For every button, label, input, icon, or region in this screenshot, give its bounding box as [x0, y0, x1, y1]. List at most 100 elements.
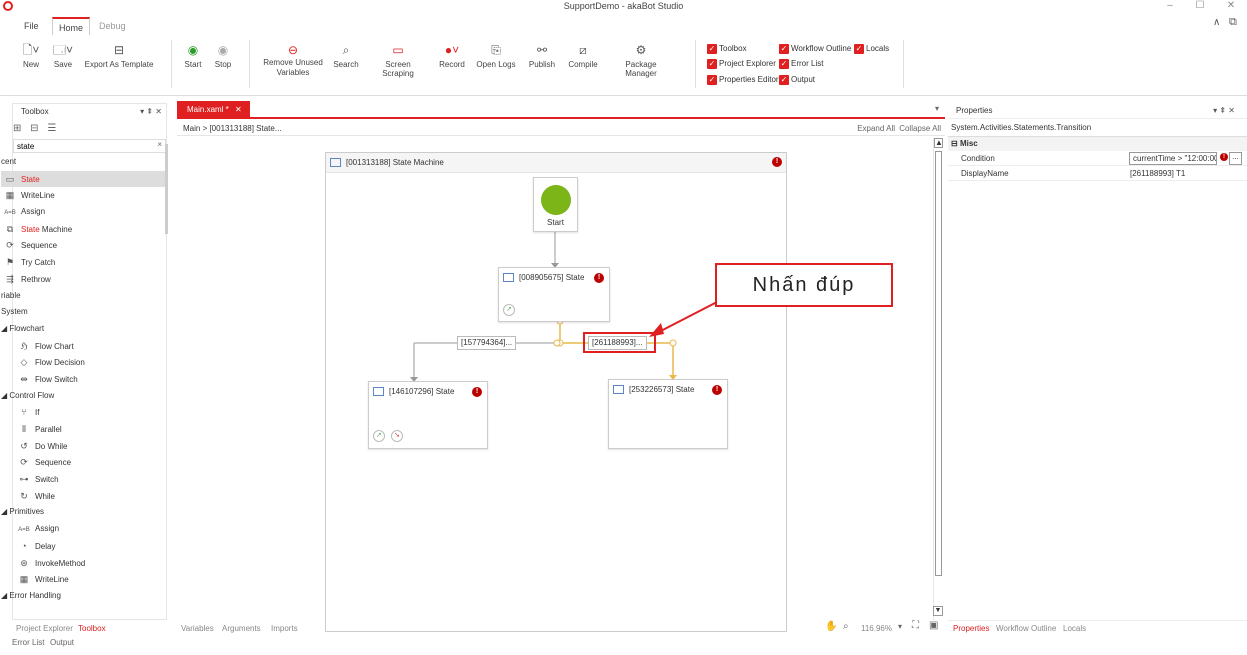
save-button[interactable]: 🗔˅ Save	[48, 40, 78, 69]
collapse-all-icon[interactable]: ⊟	[30, 123, 38, 134]
workflow-outline-checkbox[interactable]: ✓ Workflow Outline	[779, 43, 851, 57]
entry-icon[interactable]: ➚	[373, 430, 385, 442]
properties-pin-controls[interactable]: ▾ ⇞ ✕	[1213, 103, 1235, 119]
entry-icon[interactable]: ➚	[503, 304, 515, 316]
toolbox-item[interactable]: ▦ WriteLine	[1, 571, 166, 588]
publish-button[interactable]: ⚯ Publish	[526, 40, 558, 69]
overview-icon[interactable]: ▣	[929, 620, 938, 631]
scroll-down-icon[interactable]: ▼	[933, 606, 943, 616]
start-button[interactable]: ◉ Start	[180, 40, 206, 69]
tab-properties[interactable]: Properties	[953, 624, 989, 633]
toolbox-item[interactable]: ⇶ Rethrow	[1, 271, 166, 288]
search-button[interactable]: ⌕ Search	[332, 40, 360, 69]
transition-label-left[interactable]: [157794364]...	[457, 336, 517, 350]
properties-editor-checkbox[interactable]: ✓ Properties Editor	[707, 74, 779, 88]
toolbox-item[interactable]: ↻ While	[1, 488, 166, 505]
tab-project-explorer[interactable]: Project Explorer	[16, 624, 73, 633]
state-node-top[interactable]: [008905675] State ! ➚	[498, 267, 610, 322]
expand-all-icon[interactable]: ⊞	[13, 123, 21, 134]
workflow-canvas[interactable]: [001313188] State Machine ! Start [00890…	[177, 137, 932, 632]
maximize-button[interactable]: ☐	[1193, 0, 1207, 11]
state-node-right[interactable]: [253226573] State !	[608, 379, 728, 449]
compile-button[interactable]: ⧄ Compile	[565, 40, 601, 69]
record-button[interactable]: ●˅ Record	[437, 40, 467, 69]
exit-icon[interactable]: ➘	[391, 430, 403, 442]
tab-imports[interactable]: Imports	[271, 624, 298, 633]
toolbox-item[interactable]: ⇹ Flow Switch	[1, 371, 166, 388]
screen-scraping-button[interactable]: ▭ Screen Scraping	[369, 40, 427, 78]
toolbox-item[interactable]: ⟳ Sequence	[1, 237, 166, 254]
scroll-up-icon[interactable]: ▲	[934, 138, 943, 148]
collapse-ribbon-icon[interactable]: ∧	[1213, 17, 1220, 28]
tab-debug[interactable]: Debug	[93, 17, 132, 35]
toolbox-item[interactable]: ◇ Flow Decision	[1, 354, 166, 371]
toolbox-scrollbar[interactable]	[165, 144, 168, 234]
tab-variables[interactable]: Variables	[181, 624, 214, 633]
toolbox-category[interactable]: ◢ Primitives	[1, 504, 166, 521]
toolbox-category[interactable]: ◢ Error Handling	[1, 588, 166, 603]
tab-toolbox[interactable]: Toolbox	[78, 624, 106, 633]
expand-all-link[interactable]: Expand All	[857, 121, 895, 136]
fit-to-screen-icon[interactable]: ⛶	[912, 620, 919, 631]
toolbox-item[interactable]: ⑂ If	[1, 404, 166, 421]
toolbox-item[interactable]: A=B Assign	[1, 204, 166, 221]
minimize-button[interactable]: –	[1163, 0, 1177, 11]
pan-icon[interactable]: ✋	[825, 621, 837, 632]
clear-search-icon[interactable]: ×	[157, 140, 162, 149]
toolbox-item[interactable]: ⊛ InvokeMethod	[1, 555, 166, 572]
properties-category[interactable]: ⊟ Misc	[948, 137, 1247, 151]
collapse-category-icon[interactable]: ⊟	[951, 139, 960, 148]
tab-file[interactable]: File	[18, 17, 45, 35]
export-template-button[interactable]: ⊟ Export As Template	[82, 40, 156, 69]
toolbox-item[interactable]: ⊶ Switch	[1, 471, 166, 488]
toolbox-item[interactable]: ⟳ Sequence	[1, 454, 166, 471]
toolbox-item[interactable]: A=B Assign	[1, 521, 166, 538]
toolbox-item[interactable]: ℌ Flow Chart	[1, 338, 166, 355]
tab-main-xaml[interactable]: Main.xaml * ✕	[177, 101, 250, 118]
output-checkbox[interactable]: ✓ Output	[779, 74, 815, 88]
toolbox-item[interactable]: ▦ WriteLine	[1, 187, 166, 204]
stop-button[interactable]: ◉ Stop	[210, 40, 236, 69]
tab-workflow-outline[interactable]: Workflow Outline	[996, 624, 1056, 633]
start-node[interactable]: Start	[533, 177, 578, 232]
toolbox-search-input[interactable]	[14, 140, 154, 152]
expression-editor-button[interactable]: ...	[1229, 152, 1242, 165]
close-tab-icon[interactable]: ✕	[235, 105, 242, 114]
error-list-checkbox[interactable]: ✓ Error List	[779, 58, 823, 72]
open-logs-button[interactable]: ⎘ Open Logs	[476, 40, 516, 69]
collapse-all-link[interactable]: Collapse All	[899, 121, 941, 136]
tab-locals[interactable]: Locals	[1063, 624, 1086, 633]
zoom-dropdown-icon[interactable]: ▾	[898, 622, 902, 631]
new-button[interactable]: 🗋˅ New	[18, 40, 44, 69]
layout-icon[interactable]: ⧉	[1229, 16, 1237, 29]
canvas-scrollbar[interactable]: ▲	[933, 138, 943, 620]
package-manager-button[interactable]: ⚙ Package Manager	[609, 40, 673, 78]
project-explorer-checkbox[interactable]: ✓ Project Explorer	[707, 58, 776, 72]
list-view-icon[interactable]: ☰	[47, 123, 56, 134]
tab-dropdown-icon[interactable]: ▾	[935, 104, 939, 113]
toolbox-checkbox[interactable]: ✓ Toolbox	[707, 43, 747, 57]
remove-unused-variables-button[interactable]: ⊖ Remove Unused Variables	[260, 40, 326, 78]
toolbox-category[interactable]: ◢ Control Flow	[1, 388, 166, 405]
scroll-thumb[interactable]	[935, 151, 942, 576]
breadcrumb[interactable]: Main > [001313188] State...	[183, 124, 282, 133]
condition-input[interactable]: currentTime > "12:00:00	[1129, 152, 1217, 165]
locals-checkbox[interactable]: ✓ Locals	[854, 43, 889, 57]
toolbox-category[interactable]: riable	[1, 288, 166, 305]
toolbox-item[interactable]: ⧉ State Machine	[1, 221, 166, 238]
toolbox-item[interactable]: ▭ State	[1, 170, 166, 188]
state-node-left[interactable]: [146107296] State ! ➚ ➘	[368, 381, 488, 449]
tab-output[interactable]: Output	[50, 638, 74, 647]
tab-error-list[interactable]: Error List	[12, 638, 44, 647]
toolbox-category[interactable]: ◢ Flowchart	[1, 321, 166, 338]
zoom-icon[interactable]: ⌕	[843, 621, 849, 632]
displayname-input[interactable]: [261188993] T1	[1130, 166, 1185, 181]
toolbox-category[interactable]: System	[1, 304, 166, 321]
toolbox-item[interactable]: ◔ Delay	[1, 538, 166, 555]
zoom-level[interactable]: 116.96%	[861, 624, 892, 633]
toolbox-item[interactable]: ⚑ Try Catch	[1, 254, 166, 271]
toolbox-category[interactable]: cent	[1, 154, 166, 171]
close-window-button[interactable]: ✕	[1224, 0, 1238, 11]
tab-arguments[interactable]: Arguments	[222, 624, 261, 633]
toolbox-item[interactable]: ↺ Do While	[1, 438, 166, 455]
